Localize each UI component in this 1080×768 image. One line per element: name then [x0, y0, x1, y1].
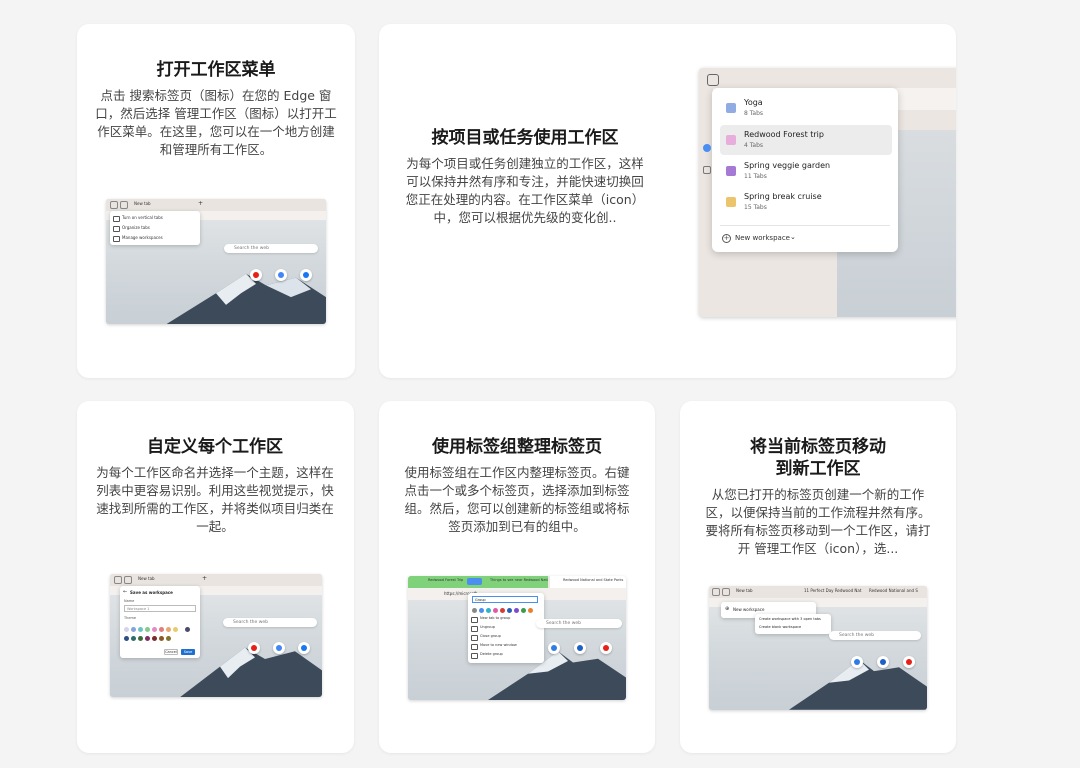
- facebook-icon[interactable]: [298, 642, 310, 654]
- google-icon[interactable]: [273, 642, 285, 654]
- new-tab-plus-icon: +: [202, 575, 208, 582]
- youtube-icon[interactable]: [903, 656, 915, 668]
- screenshot-tab-groups: Redwood Forest Trip Things to see near R…: [408, 576, 626, 700]
- card-title: 使用标签组整理标签页: [432, 437, 602, 457]
- card-description: 从您已打开的标签页创建一个新的工作区，以便保持当前的工作流程井然有序。要将所有标…: [705, 487, 931, 556]
- divider: [720, 225, 890, 226]
- workspaces-icon: [707, 74, 719, 86]
- mountain-image: [709, 659, 927, 710]
- menu-item-move-to-window[interactable]: Move to new window: [468, 641, 544, 650]
- workspace-item[interactable]: Spring veggie garden 11 Tabs: [720, 156, 892, 186]
- menu-item-close-group[interactable]: Close group: [468, 632, 544, 641]
- menu-item-manage-workspaces[interactable]: Manage workspaces: [110, 233, 200, 243]
- card-move-tabs[interactable]: 将当前标签页移动 到新工作区 从您已打开的标签页创建一个新的工作区，以便保持当前…: [680, 401, 956, 753]
- tab-actions-icon: [124, 576, 132, 584]
- card-title-line1: 将当前标签页移动: [750, 437, 886, 457]
- search-input[interactable]: Search the web: [536, 619, 622, 628]
- youtube-icon[interactable]: [250, 269, 262, 281]
- add-icon: +: [722, 234, 731, 243]
- new-workspace-button[interactable]: New workspace: [733, 607, 764, 612]
- dialog-title: Save as workspace: [130, 590, 173, 595]
- card-per-project-workspaces[interactable]: 按项目或任务使用工作区 为每个项目或任务创建独立的工作区，这样可以保持井然有序和…: [379, 24, 956, 378]
- menu-item-organize-tabs[interactable]: Organize tabs: [110, 223, 200, 233]
- facebook-icon[interactable]: [300, 269, 312, 281]
- back-arrow-icon[interactable]: ←: [123, 589, 127, 595]
- search-input[interactable]: Search the web: [829, 631, 921, 640]
- menu-item-create-blank[interactable]: Create blank workspace: [759, 625, 801, 629]
- screenshot-open-menu: New tab + Turn on vertical tabs Organize…: [106, 199, 326, 324]
- workspace-icon: [726, 166, 736, 176]
- sidebar-glyphs: [703, 144, 711, 152]
- card-tab-groups[interactable]: 使用标签组整理标签页 使用标签组在工作区内整理标签页。右键点击一个或多个标签页，…: [379, 401, 655, 753]
- outlook-icon[interactable]: [574, 642, 586, 654]
- name-field[interactable]: Workspace 1: [124, 605, 196, 612]
- theme-swatches[interactable]: [124, 623, 198, 641]
- workspace-icon: [114, 576, 122, 584]
- new-tab-plus-icon: +: [198, 200, 204, 207]
- tab-actions-icon: [722, 588, 730, 596]
- menu-item-delete-group[interactable]: Delete group: [468, 650, 544, 659]
- menu-item-new-tab-to-group[interactable]: New tab to group: [468, 614, 544, 623]
- group-color-swatches[interactable]: [472, 605, 535, 613]
- workspace-icon: [726, 103, 736, 113]
- card-title-line2: 到新工作区: [775, 459, 861, 479]
- add-icon: ⊕: [725, 606, 730, 612]
- workspace-item[interactable]: Yoga 8 Tabs: [720, 93, 892, 123]
- tab-label: New tab: [138, 576, 155, 581]
- screenshot-move-tabs: New tab 11 Perfect Day Redwood Nat Redwo…: [709, 586, 927, 710]
- name-label: Name: [124, 599, 135, 603]
- screenshot-customize: New tab + ← Save as workspace Name Works…: [110, 574, 322, 697]
- tab-label: Redwood Forest Trip: [428, 578, 464, 582]
- card-description: 使用标签组在工作区内整理标签页。右键点击一个或多个标签页，选择添加到标签组。然后…: [404, 465, 630, 534]
- chevron-down-icon: ⌄: [790, 233, 796, 241]
- cancel-button[interactable]: Cancel: [164, 649, 178, 655]
- tab-group-blue: [467, 578, 482, 585]
- workspaces-panel: Yoga 8 Tabs Redwood Forest trip 4 Tabs S…: [712, 88, 898, 252]
- workspace-icon: [712, 588, 720, 596]
- tab-label: New tab: [134, 201, 151, 206]
- workspace-icon: [110, 201, 118, 209]
- tab-label: New tab: [736, 588, 753, 593]
- card-title: 自定义每个工作区: [147, 437, 283, 457]
- tab-label: Things to see near Redwood Nati: [490, 578, 548, 582]
- menu-item-create-with-tabs[interactable]: Create workspace with 3 open tabs: [759, 617, 821, 621]
- workspace-icon: [726, 197, 736, 207]
- mountain-image: [106, 273, 326, 324]
- theme-label: Theme: [124, 616, 137, 620]
- tab-actions-icon: [120, 201, 128, 209]
- new-workspace-submenu: Create workspace with 3 open tabs Create…: [755, 614, 831, 634]
- save-button[interactable]: Save: [181, 649, 195, 655]
- workspace-item[interactable]: Spring break cruise 15 Tabs: [720, 187, 892, 217]
- youtube-icon[interactable]: [248, 642, 260, 654]
- youtube-icon[interactable]: [600, 642, 612, 654]
- tab-label: Redwood National and State Parks: [563, 578, 624, 582]
- sidebar-glyph: [703, 166, 711, 174]
- edge-icon[interactable]: [548, 642, 560, 654]
- search-input[interactable]: Search the web: [223, 618, 317, 627]
- search-input[interactable]: Search the web: [224, 244, 318, 253]
- tab-label: Redwood National and S: [869, 588, 918, 593]
- card-open-workspace-menu[interactable]: 打开工作区菜单 点击 搜索标签页（图标）在您的 Edge 窗口，然后选择 管理工…: [77, 24, 355, 378]
- edge-icon[interactable]: [851, 656, 863, 668]
- workspace-icon: [726, 135, 736, 145]
- outlook-icon[interactable]: [877, 656, 889, 668]
- card-title: 打开工作区菜单: [156, 60, 276, 80]
- card-description: 为每个项目或任务创建独立的工作区，这样可以保持井然有序和专注，并能快速切换回您正…: [405, 156, 645, 225]
- tab-label: 11 Perfect Day Redwood Nat: [804, 588, 862, 593]
- save-workspace-dialog: ← Save as workspace Name Workspace 1 The…: [120, 586, 200, 658]
- card-title: 按项目或任务使用工作区: [431, 128, 619, 148]
- card-description: 点击 搜索标签页（图标）在您的 Edge 窗口，然后选择 管理工作区（图标）以打…: [95, 88, 337, 157]
- workspace-item[interactable]: Redwood Forest trip 4 Tabs: [720, 125, 892, 155]
- card-customize-workspace[interactable]: 自定义每个工作区 为每个工作区命名并选择一个主题，这样在列表中更容易识别。利用这…: [77, 401, 354, 753]
- tab-actions-menu: Turn on vertical tabs Organize tabs Mana…: [110, 211, 200, 245]
- screenshot-workspace-list: Yoga 8 Tabs Redwood Forest trip 4 Tabs S…: [699, 68, 956, 317]
- tab-group-context-menu: Group New tab to group Ungroup Close gro…: [468, 593, 544, 663]
- card-description: 为每个工作区命名并选择一个主题，这样在列表中更容易识别。利用这些视觉提示，快速找…: [96, 465, 334, 534]
- group-name-field[interactable]: Group: [472, 596, 538, 603]
- google-icon[interactable]: [275, 269, 287, 281]
- menu-item-vertical-tabs[interactable]: Turn on vertical tabs: [110, 213, 200, 223]
- menu-item-ungroup[interactable]: Ungroup: [468, 623, 544, 632]
